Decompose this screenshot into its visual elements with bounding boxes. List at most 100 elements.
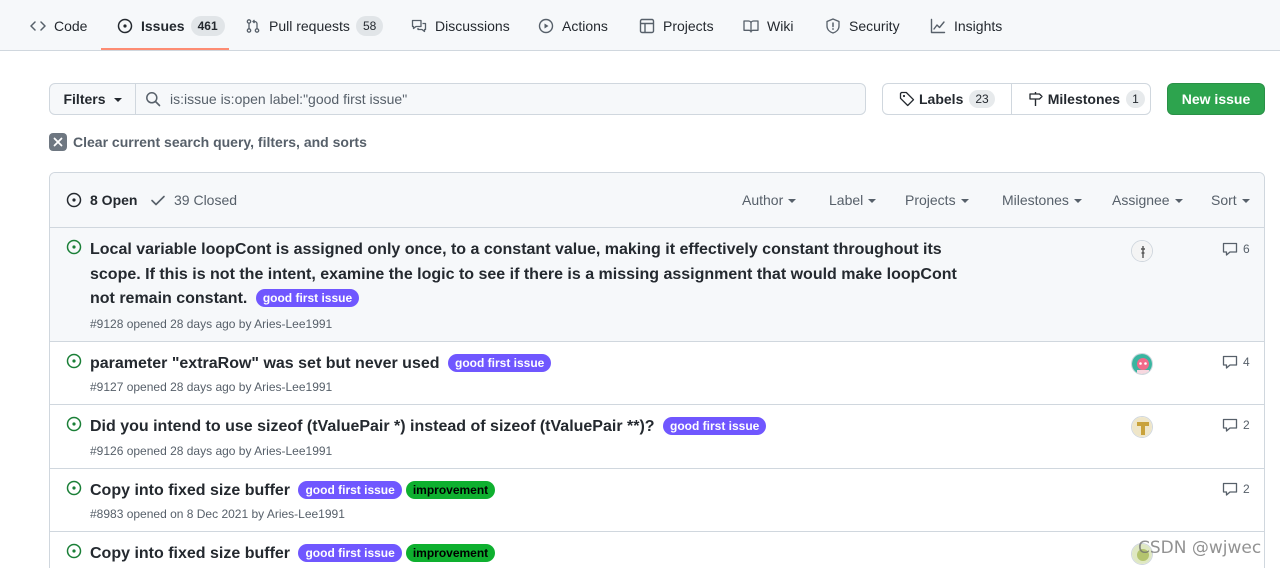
projects-filter[interactable]: Projects: [905, 173, 969, 227]
issue-row[interactable]: Local variable loopCont is assigned only…: [50, 228, 1264, 342]
tab-label: Projects: [663, 17, 714, 34]
label-improvement[interactable]: improvement: [405, 544, 496, 562]
check-icon: [151, 195, 165, 206]
issues-list: 8 Open 39 Closed Author Label Projects M…: [49, 172, 1265, 568]
label-good-first-issue[interactable]: good first issue: [663, 417, 767, 435]
issue-opened-icon: [66, 239, 82, 255]
assignee-filter[interactable]: Assignee: [1112, 173, 1183, 227]
issue-author-link[interactable]: Aries-Lee1991: [254, 317, 332, 331]
issue-meta-text: #9128 opened 28 days ago by: [90, 317, 255, 331]
comments-count: 4: [1243, 355, 1250, 369]
shield-icon: [826, 17, 840, 34]
caret-down-icon: [1073, 199, 1082, 203]
tab-discussions[interactable]: Discussions: [411, 0, 510, 51]
selected-tab-underline: [101, 48, 229, 50]
comments-link[interactable]: 2: [1222, 417, 1250, 433]
search-input[interactable]: [170, 91, 850, 107]
issue-title-link[interactable]: Did you intend to use sizeof (tValuePair…: [90, 418, 655, 435]
filters-dropdown-button[interactable]: Filters: [50, 84, 136, 114]
tab-actions[interactable]: Actions: [538, 0, 608, 51]
label-good-first-issue[interactable]: good first issue: [447, 354, 552, 372]
code-icon: [30, 20, 46, 31]
issue-title-block: parameter "extraRow" was set but never u…: [90, 352, 970, 377]
issue-opened-icon: [66, 416, 82, 432]
tab-insights[interactable]: Insights: [930, 0, 1002, 51]
clear-query-link[interactable]: Clear current search query, filters, and…: [49, 133, 367, 151]
closed-count-label: 39 Closed: [174, 192, 238, 208]
milestones-button[interactable]: Milestones 1: [1010, 84, 1161, 114]
tab-label: Insights: [954, 17, 1003, 34]
issue-title-link[interactable]: parameter "extraRow" was set but never u…: [90, 355, 440, 372]
issue-title-link[interactable]: Copy into fixed size buffer: [90, 545, 290, 562]
issue-opened-icon: [117, 18, 133, 33]
tab-label: Actions: [562, 17, 608, 34]
assignee-avatar[interactable]: [1131, 240, 1153, 262]
issue-title-link[interactable]: Copy into fixed size buffer: [90, 482, 290, 499]
issue-row[interactable]: Copy into fixed size buffer good first i…: [50, 469, 1264, 532]
caret-down-icon: [960, 199, 969, 203]
labels-milestones-group: Labels 23 Milestones 1: [882, 83, 1151, 115]
caret-down-icon: [788, 199, 797, 203]
book-icon: [743, 19, 759, 33]
new-issue-button[interactable]: New issue: [1167, 83, 1265, 115]
comments-count: 2: [1243, 482, 1250, 496]
issue-meta-text: #9126 opened 28 days ago by: [90, 444, 255, 458]
watermark: CSDN @wjwec: [1138, 538, 1262, 558]
labels-label: Labels: [919, 91, 964, 107]
tab-label: Code: [54, 17, 88, 34]
labels-button[interactable]: Labels 23: [883, 84, 1011, 114]
milestones-filter[interactable]: Milestones: [1002, 173, 1082, 227]
comment-icon: [1222, 482, 1238, 496]
label-good-first-issue[interactable]: good first issue: [298, 481, 402, 499]
issue-title-block: Local variable loopCont is assigned only…: [90, 238, 970, 312]
filter-label: Label: [829, 192, 864, 208]
filter-label: Milestones: [1002, 192, 1069, 208]
tab-wiki[interactable]: Wiki: [743, 0, 793, 51]
tab-label: Wiki: [767, 17, 794, 34]
issue-opened-icon: [66, 192, 82, 208]
sort-filter[interactable]: Sort: [1211, 173, 1250, 227]
label-improvement[interactable]: improvement: [405, 481, 496, 499]
filter-label: Projects: [905, 192, 956, 208]
caret-down-icon: [1174, 199, 1183, 203]
play-icon: [538, 18, 554, 33]
comments-link[interactable]: 4: [1222, 354, 1250, 370]
labels-counter: 23: [969, 90, 995, 108]
tab-issues[interactable]: Issues 461: [117, 0, 225, 51]
closed-issues-toggle[interactable]: 39 Closed: [150, 173, 237, 227]
label-filter[interactable]: Label: [829, 173, 877, 227]
assignee-avatar[interactable]: [1131, 353, 1153, 375]
open-issues-toggle[interactable]: 8 Open: [66, 173, 137, 227]
label-good-first-issue[interactable]: good first issue: [298, 544, 402, 562]
tab-security[interactable]: Security: [825, 0, 900, 51]
assignee-avatar[interactable]: [1131, 416, 1153, 438]
comment-discussion-icon: [411, 19, 427, 32]
issue-title-block: Did you intend to use sizeof (tValuePair…: [90, 415, 970, 440]
issue-row[interactable]: parameter "extraRow" was set but never u…: [50, 342, 1264, 405]
author-filter[interactable]: Author: [742, 173, 797, 227]
tab-projects[interactable]: Projects: [639, 0, 714, 51]
issue-title-link[interactable]: Local variable loopCont is assigned only…: [90, 241, 957, 307]
caret-down-icon: [868, 199, 877, 203]
milestones-label: Milestones: [1047, 91, 1121, 107]
issue-meta: #9128 opened 28 days ago by Aries-Lee199…: [90, 317, 332, 331]
issue-author-link[interactable]: Aries-Lee1991: [267, 507, 345, 521]
label-good-first-issue[interactable]: good first issue: [255, 289, 360, 307]
pull-requests-counter: 58: [355, 15, 384, 36]
milestone-icon: [1029, 92, 1043, 106]
git-pull-request-icon: [246, 18, 260, 33]
issue-meta-text: #9127 opened 28 days ago by: [90, 380, 255, 394]
issue-author-link[interactable]: Aries-Lee1991: [254, 444, 332, 458]
comments-link[interactable]: 6: [1222, 241, 1250, 257]
tab-code[interactable]: Code: [30, 0, 87, 51]
tab-pull-requests[interactable]: Pull requests 58: [245, 0, 384, 51]
issue-meta-text: #8983 opened on 8 Dec 2021 by: [90, 507, 267, 521]
filter-label: Assignee: [1112, 192, 1170, 208]
comments-link[interactable]: 2: [1222, 481, 1250, 497]
table-icon: [639, 18, 655, 33]
issue-row[interactable]: Copy into fixed size buffer good first i…: [50, 532, 1264, 568]
tab-label: Issues: [141, 17, 185, 34]
issue-row[interactable]: Did you intend to use sizeof (tValuePair…: [50, 405, 1264, 469]
open-count-label: 8 Open: [90, 192, 138, 208]
issue-author-link[interactable]: Aries-Lee1991: [254, 380, 332, 394]
